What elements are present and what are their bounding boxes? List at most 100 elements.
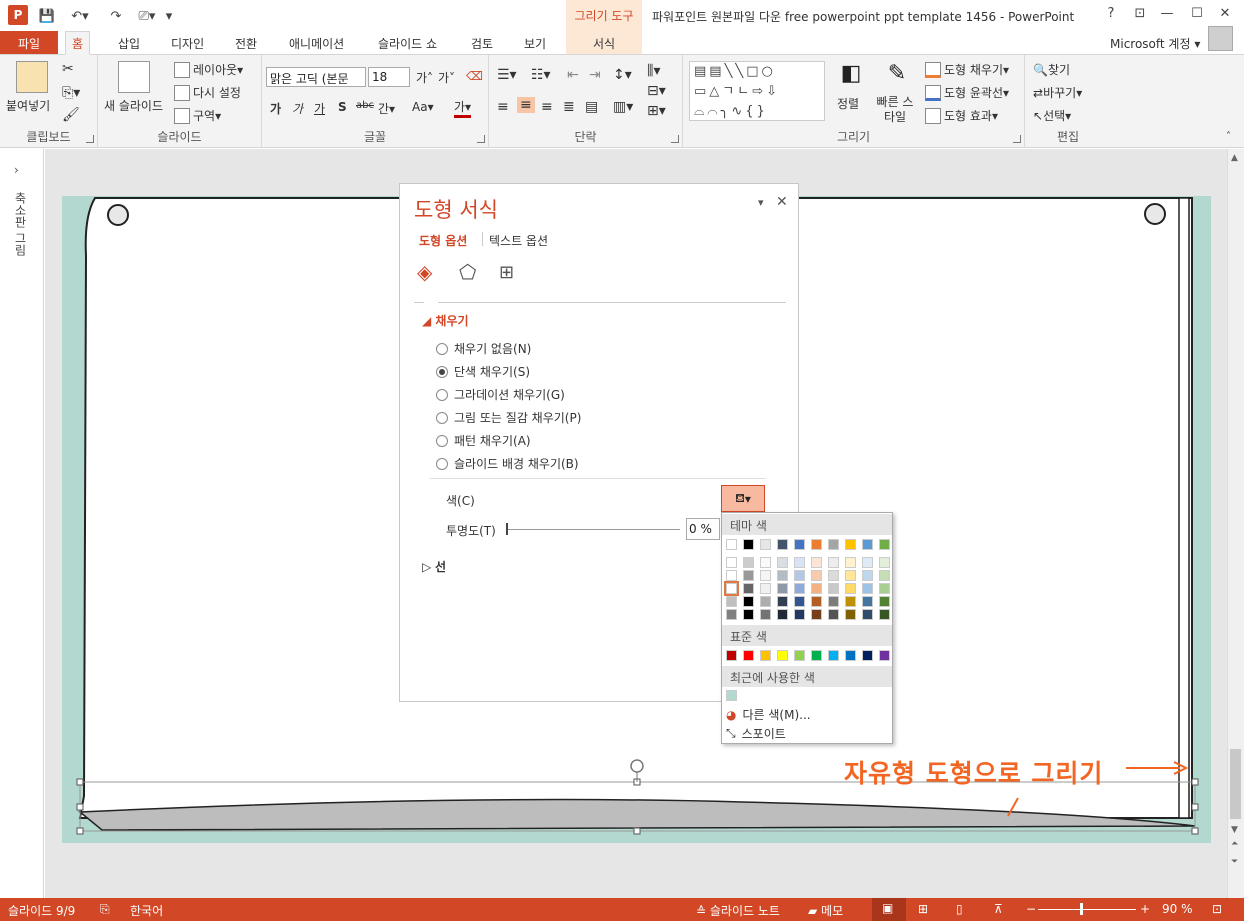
theme-shade-swatch[interactable] [760,570,771,581]
theme-shade-swatch[interactable] [845,583,856,594]
more-colors-item[interactable]: ◕ 다른 색(M)... [726,706,811,723]
theme-shade-swatch[interactable] [724,581,739,596]
start-slideshow-icon[interactable]: ⎚▾ [134,6,160,26]
standard-color-swatch[interactable] [777,650,788,661]
theme-shade-swatch[interactable] [760,596,771,607]
zoom-slider[interactable] [1038,909,1136,910]
zoom-in-icon[interactable]: + [1140,902,1150,916]
reset-button[interactable]: 다시 설정 [174,84,241,101]
resize-handle[interactable] [76,827,84,835]
align-text-icon[interactable]: ⊟▾ [647,83,666,99]
slider-thumb[interactable] [506,523,508,535]
theme-shade-swatch[interactable] [828,570,839,581]
tab-animations[interactable]: 애니메이션 [283,31,350,55]
theme-color-swatch[interactable] [777,539,788,550]
theme-shade-swatch[interactable] [862,609,873,620]
grow-font-icon[interactable]: 가˄ [416,69,433,86]
scrollbar-thumb[interactable] [1230,749,1241,819]
zoom-level[interactable]: 90 % [1162,902,1193,916]
theme-color-swatch[interactable] [794,539,805,550]
theme-shade-swatch[interactable] [726,596,737,607]
tab-view[interactable]: 보기 [518,31,552,55]
theme-shade-swatch[interactable] [743,557,754,568]
bullets-icon[interactable]: ☰▾ [497,67,517,83]
comments-button[interactable]: ▰ 메모 [808,902,843,919]
theme-shade-swatch[interactable] [794,570,805,581]
fill-section-header[interactable]: ◢ 채우기 [422,312,469,329]
quick-styles-icon[interactable]: ✎ [881,61,913,93]
standard-color-swatch[interactable] [879,650,890,661]
theme-shade-swatch[interactable] [777,609,788,620]
redo-icon[interactable]: ↷ [104,6,128,26]
strikethrough-button[interactable]: abc [356,100,374,111]
theme-shade-swatch[interactable] [879,557,890,568]
expand-thumbnails-icon[interactable]: › [14,163,19,177]
radio-solid-fill[interactable]: 단색 채우기(S) [436,363,530,380]
theme-shade-swatch[interactable] [828,557,839,568]
line-section-header[interactable]: ▷ 선 [422,558,446,575]
undo-icon[interactable]: ↶▾ [64,6,96,26]
bold-button[interactable]: 가 [270,100,281,117]
close-pane-icon[interactable]: ✕ [776,194,788,210]
standard-color-swatch[interactable] [828,650,839,661]
numbering-icon[interactable]: ☷▾ [531,67,551,83]
tab-slideshow[interactable]: 슬라이드 쇼 [372,31,443,55]
account-menu[interactable]: Microsoft 계정 ▾ [1110,35,1200,52]
theme-shade-swatch[interactable] [777,570,788,581]
standard-color-swatch[interactable] [811,650,822,661]
theme-shade-swatch[interactable] [845,570,856,581]
new-slide-icon[interactable] [118,61,150,93]
clear-format-icon[interactable]: ⌫ [466,69,483,83]
resize-handle[interactable] [1191,778,1199,786]
resize-handle[interactable] [76,778,84,786]
theme-shade-swatch[interactable] [726,557,737,568]
shapes-gallery[interactable]: ▤▤╲╲□○ ▭△ㄱㄴ⇨⇩ ⌓⌒╮∿{} [689,61,825,121]
theme-shade-swatch[interactable] [811,570,822,581]
standard-color-swatch[interactable] [862,650,873,661]
save-icon[interactable]: 💾 [36,6,58,26]
fit-to-window-icon[interactable]: ⊡ [1212,902,1222,916]
shrink-font-icon[interactable]: 가˅ [438,69,455,86]
theme-shade-swatch[interactable] [811,557,822,568]
theme-shade-swatch[interactable] [794,609,805,620]
radio-background-fill[interactable]: 슬라이드 배경 채우기(B) [436,455,579,472]
tab-design[interactable]: 디자인 [165,31,210,55]
radio-picture-fill[interactable]: 그림 또는 질감 채우기(P) [436,409,581,426]
theme-shade-swatch[interactable] [828,609,839,620]
vertical-scrollbar[interactable]: ▲ ▼ ⏶ ⏷ [1227,149,1244,898]
theme-shade-swatch[interactable] [777,596,788,607]
spell-check-icon[interactable]: ⎘ [100,902,110,917]
pane-options-icon[interactable]: ▾ [758,196,764,209]
radio-no-fill[interactable]: 채우기 없음(N) [436,340,531,357]
customize-qat-icon[interactable]: ▾ [162,6,176,26]
notes-button[interactable]: ≙ 슬라이드 노트 [696,902,780,919]
fill-line-icon[interactable]: ◈ [417,260,432,284]
collapse-ribbon-icon[interactable]: ˄ [1226,131,1231,142]
format-painter-icon[interactable]: 🖌 [62,107,80,123]
theme-shade-swatch[interactable] [862,557,873,568]
slideshow-view-icon[interactable]: ⊼ [994,902,1003,916]
tab-insert[interactable]: 삽입 [112,31,146,55]
close-window-icon[interactable]: ✕ [1212,6,1238,24]
arrange-icon[interactable]: ◧ [835,61,867,93]
tab-review[interactable]: 검토 [465,31,499,55]
quick-styles-button[interactable]: 빠른 스타일 [873,95,917,125]
theme-shade-swatch[interactable] [726,609,737,620]
tab-transitions[interactable]: 전환 [229,31,263,55]
transparency-input[interactable]: 0 % [686,518,720,540]
char-spacing-button[interactable]: 간 ▾ [378,100,395,117]
theme-shade-swatch[interactable] [760,557,771,568]
find-button[interactable]: 🔍 찾기 [1033,61,1070,78]
shadow-button[interactable]: S [338,100,347,114]
align-right-icon[interactable]: ≡ [541,99,553,115]
scroll-down-icon[interactable]: ▼ [1231,825,1238,835]
decrease-indent-icon[interactable]: ⇤ [567,67,579,83]
effects-icon[interactable]: ⬠ [459,260,476,284]
theme-color-swatch[interactable] [811,539,822,550]
theme-shade-swatch[interactable] [879,609,890,620]
minimize-icon[interactable]: — [1154,6,1180,24]
shape-effects-button[interactable]: 도형 효과 ▾ [925,107,998,124]
theme-shade-swatch[interactable] [845,596,856,607]
smartart-icon[interactable]: ⊞▾ [647,103,666,119]
theme-shade-swatch[interactable] [862,596,873,607]
